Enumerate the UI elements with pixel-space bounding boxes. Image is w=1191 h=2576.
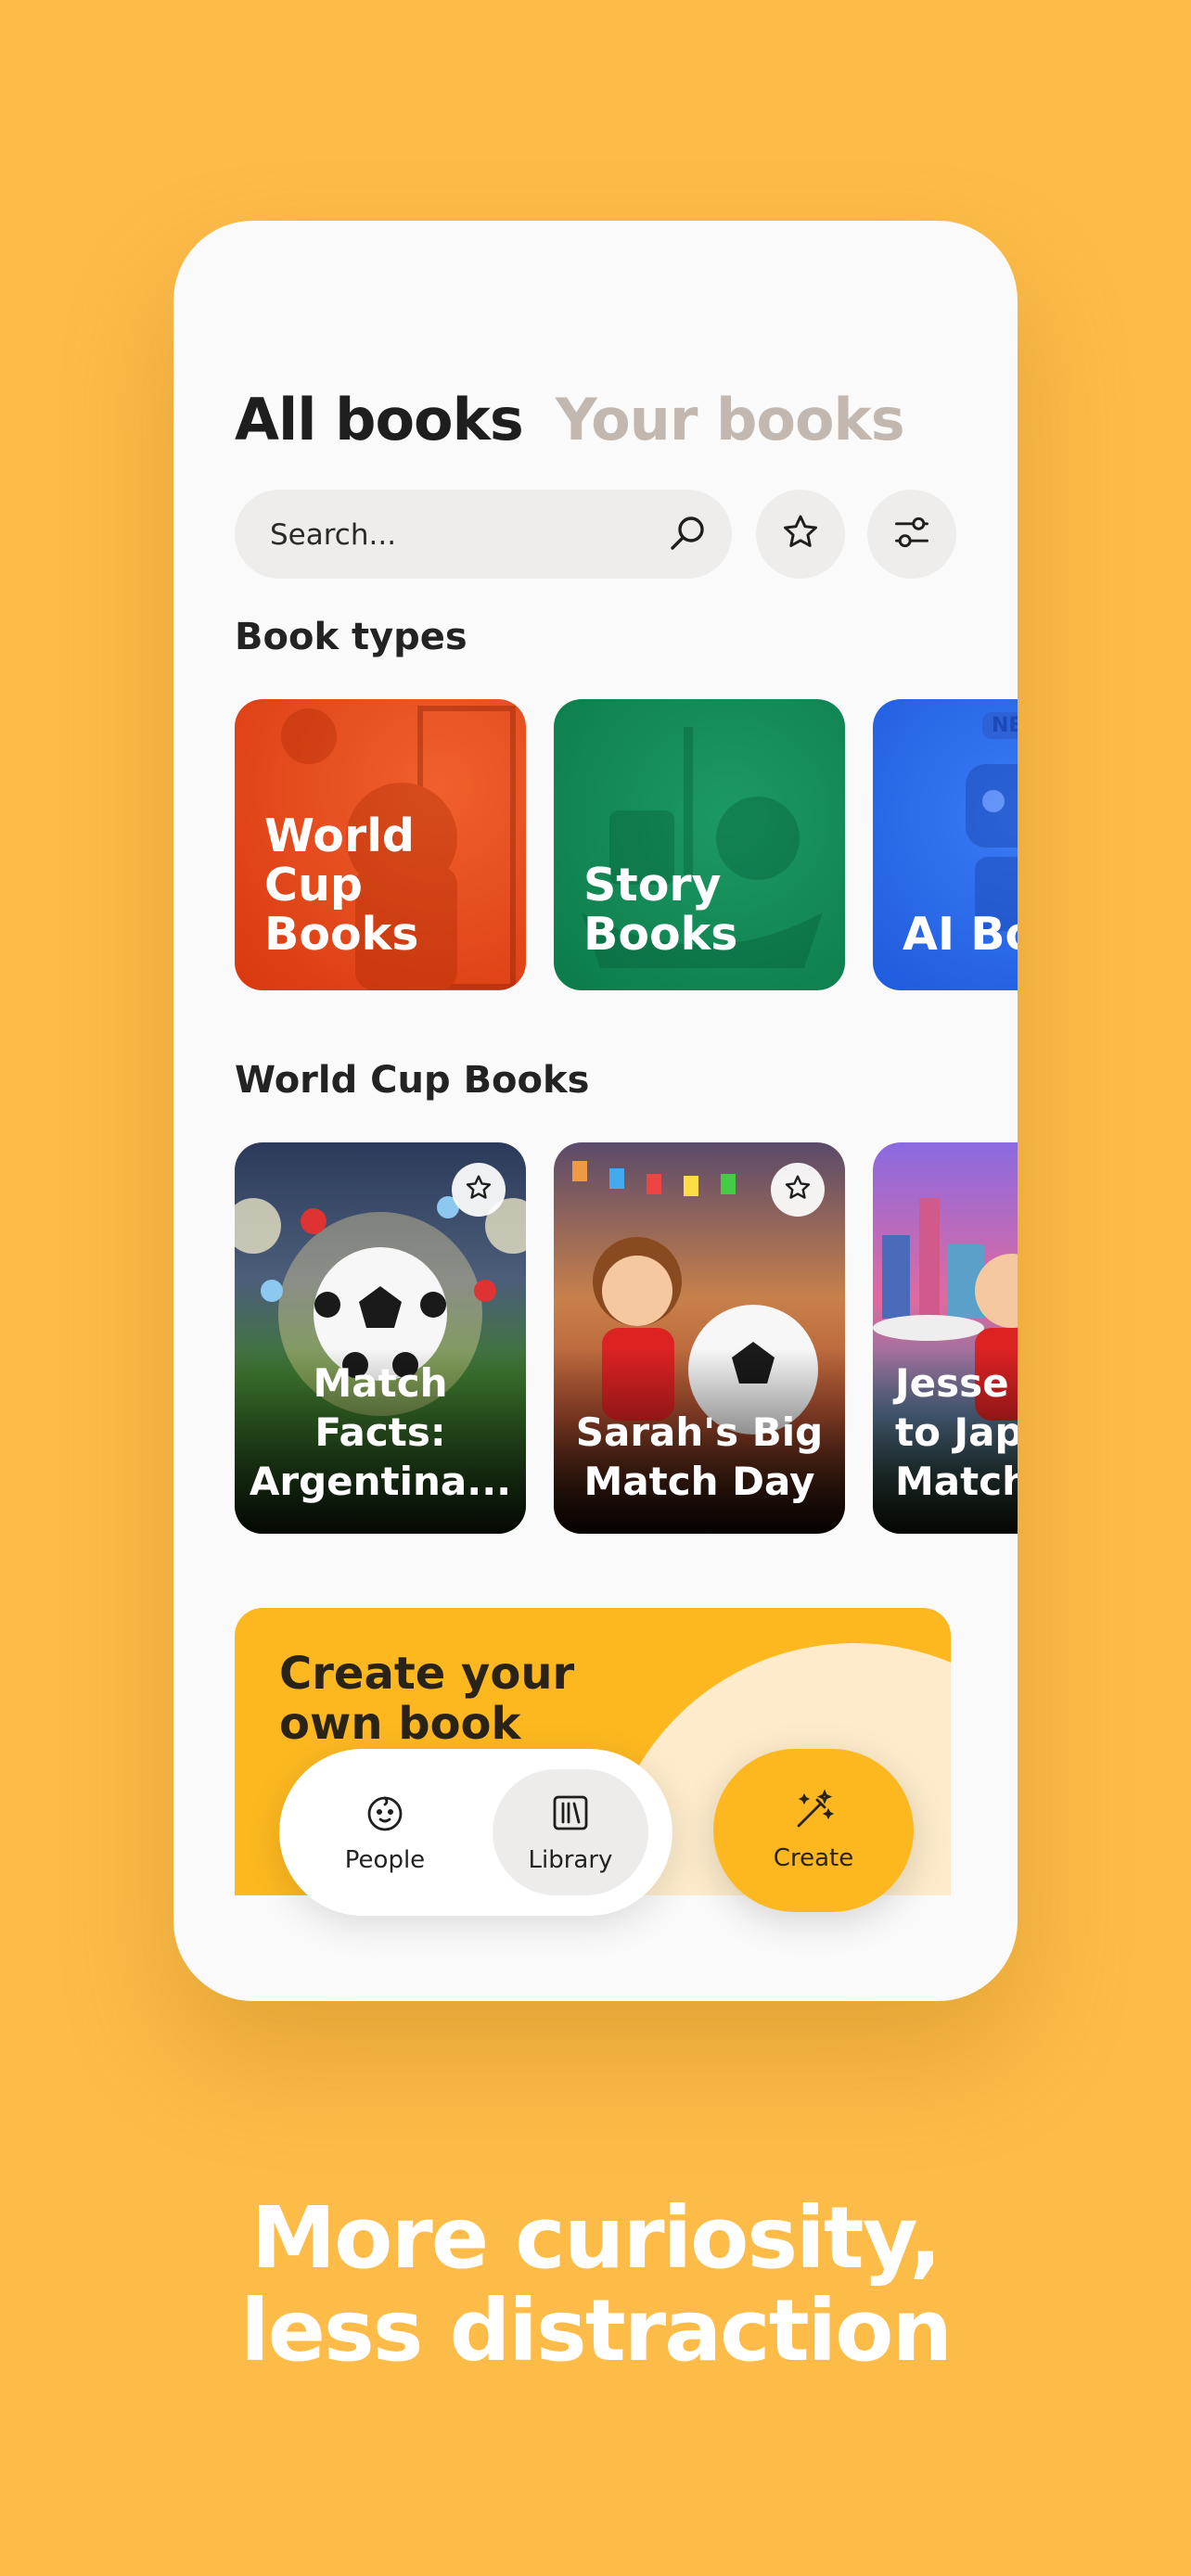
star-icon bbox=[780, 512, 821, 556]
nav-library[interactable]: Library bbox=[493, 1769, 648, 1895]
banner-title: Create your own book bbox=[279, 1648, 575, 1750]
book-card-match-facts[interactable]: Match Facts: Argentina... bbox=[235, 1142, 526, 1534]
book-title: Sarah's Big Match Day bbox=[575, 1409, 824, 1504]
book-types-row: World Cup Books Story Books NE AI Bo bbox=[235, 699, 1018, 990]
tab-your-books[interactable]: Your books bbox=[556, 386, 905, 453]
filter-button[interactable] bbox=[867, 490, 956, 579]
book-type-label: World Cup Books bbox=[264, 810, 419, 961]
star-icon bbox=[783, 1173, 813, 1206]
book-types-title: Book types bbox=[235, 616, 467, 658]
nav-library-label: Library bbox=[528, 1846, 613, 1874]
book-type-label: AI Bo bbox=[903, 908, 1018, 961]
star-icon bbox=[464, 1173, 493, 1206]
book-type-card-story[interactable]: Story Books bbox=[554, 699, 845, 990]
favorite-button[interactable] bbox=[452, 1163, 506, 1217]
tabs: All books Your books bbox=[235, 386, 905, 453]
baby-face-icon bbox=[363, 1791, 407, 1839]
tab-all-books[interactable]: All books bbox=[235, 386, 524, 453]
bottom-nav: People Library bbox=[279, 1749, 672, 1916]
favorite-button[interactable] bbox=[771, 1163, 825, 1217]
book-card-jesse-japan[interactable]: Jesse to Jap Match bbox=[873, 1142, 1018, 1534]
book-title: Match Facts: Argentina... bbox=[249, 1360, 512, 1504]
book-type-card-ai[interactable]: NE AI Bo bbox=[873, 699, 1018, 990]
search-icon[interactable] bbox=[663, 510, 711, 562]
new-badge: NE bbox=[982, 712, 1018, 739]
filter-sliders-icon bbox=[891, 512, 932, 556]
world-cup-books-row: Match Facts: Argentina... Sarah's Big Ma… bbox=[235, 1142, 1018, 1534]
phone-screen: All books Your books Search... Book type… bbox=[173, 221, 1018, 2001]
create-button[interactable]: Create bbox=[713, 1749, 914, 1912]
search-bar[interactable] bbox=[235, 490, 732, 580]
nav-people[interactable]: People bbox=[307, 1769, 463, 1895]
book-card-sarahs-big-match-day[interactable]: Sarah's Big Match Day bbox=[554, 1142, 845, 1534]
nav-people-label: People bbox=[344, 1846, 426, 1874]
favorites-button[interactable] bbox=[756, 490, 845, 579]
world-cup-books-title: World Cup Books bbox=[235, 1059, 590, 1102]
magic-wand-icon bbox=[791, 1789, 836, 1837]
tagline: More curiosity, less distraction bbox=[240, 2188, 953, 2380]
book-title: Jesse to Jap Match bbox=[895, 1360, 1018, 1504]
library-books-icon bbox=[548, 1791, 593, 1839]
search-input[interactable] bbox=[268, 490, 643, 580]
book-type-label: Story Books bbox=[583, 859, 738, 961]
create-label: Create bbox=[773, 1844, 854, 1872]
book-type-card-world-cup[interactable]: World Cup Books bbox=[235, 699, 526, 990]
